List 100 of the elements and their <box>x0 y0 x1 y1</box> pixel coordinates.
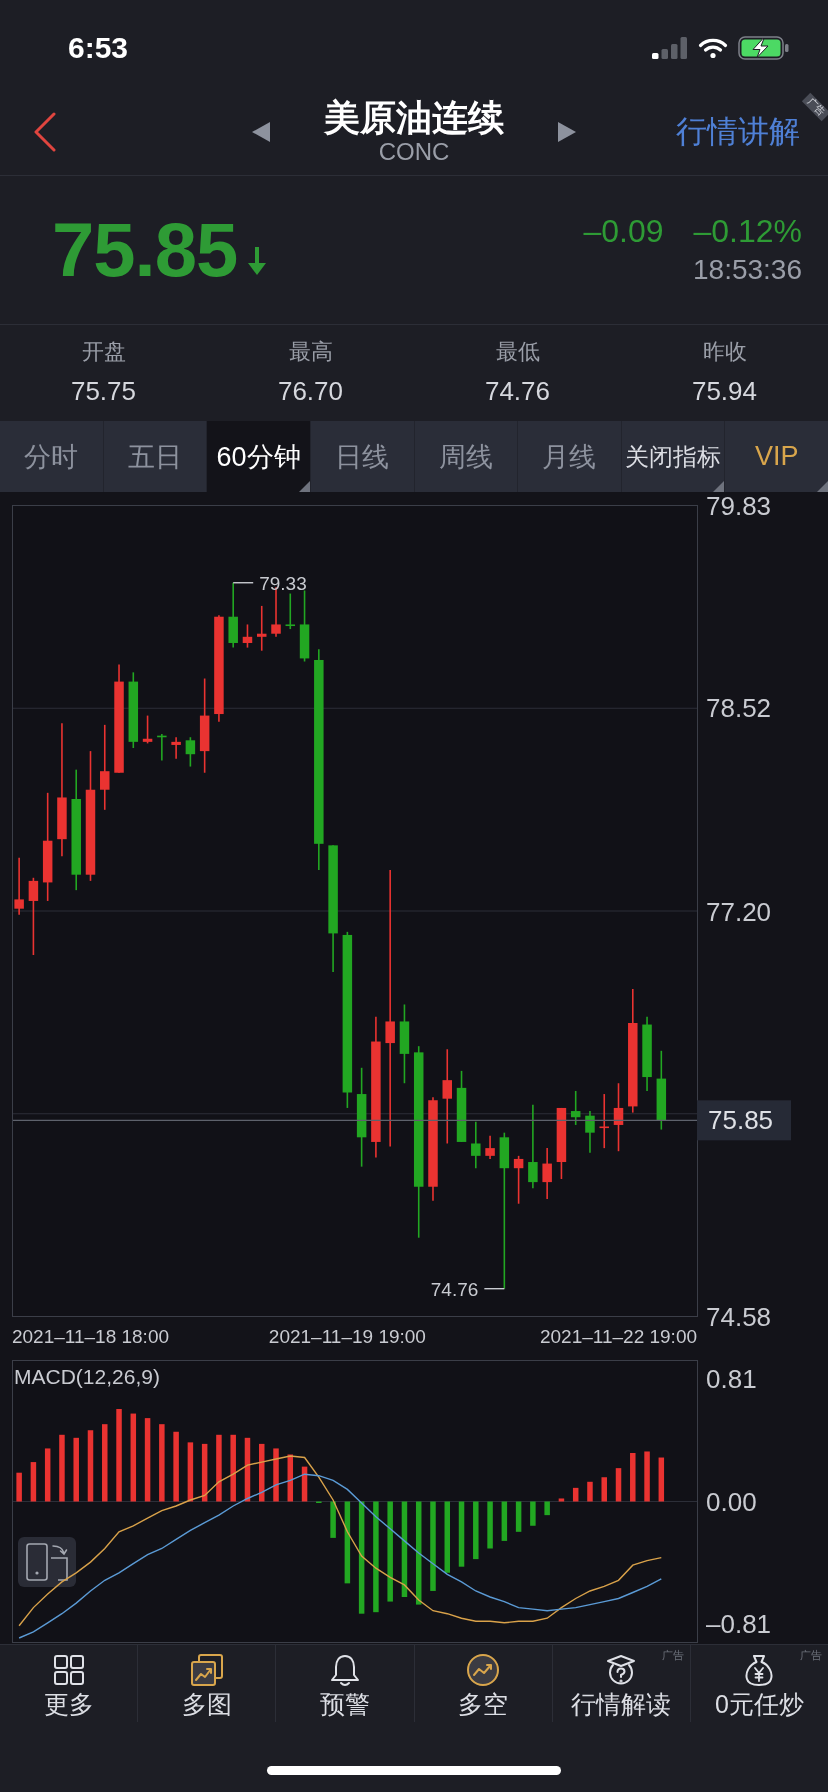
period-tab[interactable]: 60分钟 <box>207 421 311 492</box>
stat-value: 75.94 <box>691 376 758 406</box>
instrument-code: CONC <box>378 137 450 166</box>
indicator-tab[interactable]: 关闭指标 <box>621 421 726 492</box>
stacked-charts-icon <box>189 1653 224 1687</box>
candlestick <box>542 1147 552 1200</box>
histogram-bar <box>301 1466 308 1502</box>
grid-icon <box>51 1653 86 1687</box>
indicator-axis-label: 0.00 <box>706 1486 757 1517</box>
period-tab[interactable]: 周线 <box>414 421 519 492</box>
histogram-bar <box>501 1501 508 1541</box>
time-axis-label: 2021–11–19 19:00 <box>268 1326 426 1347</box>
histogram-bar <box>515 1501 522 1532</box>
price-axis-label: 78.52 <box>706 693 772 723</box>
candlestick <box>242 623 253 649</box>
histogram-bar <box>473 1501 479 1560</box>
period-tab[interactable]: 日线 <box>310 421 415 492</box>
histogram-bar <box>187 1442 194 1502</box>
histogram-bar <box>330 1501 336 1538</box>
histogram-bar <box>73 1437 79 1502</box>
candlestick <box>585 1110 595 1154</box>
period-tab[interactable]: 分时 <box>0 421 104 492</box>
histogram-bar <box>87 1430 94 1502</box>
battery-charging-icon <box>738 36 790 60</box>
price-marker-label: 74.76 <box>430 1278 479 1300</box>
stat-label: 最高 <box>288 338 333 366</box>
instrument-title: 美原油连续 <box>324 97 504 138</box>
histogram-bar <box>630 1453 636 1502</box>
histogram-bar <box>259 1443 265 1502</box>
trend-circle-icon <box>466 1653 501 1687</box>
stat-label: 昨收 <box>702 338 747 366</box>
price-change: –0.09 <box>583 212 664 250</box>
price-axis-label: 79.83 <box>706 490 772 521</box>
signal-icon <box>652 37 688 59</box>
stat-value: 74.76 <box>484 376 551 406</box>
histogram-bar <box>230 1434 236 1502</box>
histogram-bar <box>544 1501 550 1516</box>
price-axis-label: 74.58 <box>706 1301 772 1332</box>
alert-button[interactable]: 预警 <box>276 1645 414 1722</box>
candlestick <box>513 1155 524 1205</box>
histogram-bar <box>572 1487 579 1502</box>
rotate-screen-icon[interactable] <box>18 1537 76 1587</box>
candlestick <box>185 736 196 768</box>
multi-chart-button[interactable]: 多图 <box>138 1645 276 1722</box>
last-price: 75.85 <box>52 210 238 290</box>
histogram-bar <box>173 1431 179 1502</box>
long-short-button[interactable]: 多空 <box>414 1645 552 1722</box>
ref-line-label: 75.85 <box>708 1105 774 1136</box>
period-tab[interactable]: 月线 <box>518 421 622 492</box>
more-button[interactable]: 更多 <box>0 1645 138 1722</box>
histogram-bar <box>30 1462 37 1502</box>
quote-time: 18:53:36 <box>693 253 802 287</box>
indicator-axis-label: –0.81 <box>706 1609 772 1640</box>
histogram-bar <box>16 1472 22 1502</box>
triangle-right-icon[interactable] <box>558 121 576 142</box>
current-price-label: 75.85 <box>697 1100 791 1141</box>
stat-value: 75.75 <box>70 376 137 406</box>
histogram-bar <box>44 1448 51 1502</box>
vip-tab[interactable]: VIP <box>725 421 828 492</box>
time-axis-label: 2021–11–18 18:00 <box>11 1326 170 1347</box>
histogram-bar <box>59 1434 65 1502</box>
stat-label: 最低 <box>495 338 540 366</box>
candlestick <box>171 736 181 760</box>
time-axis-label: 2021–11–22 19:00 <box>539 1326 698 1347</box>
histogram-bar <box>287 1454 294 1502</box>
period-tab[interactable]: 五日 <box>103 421 208 492</box>
candlestick <box>257 605 267 652</box>
histogram-bar <box>587 1481 593 1502</box>
histogram-bar <box>216 1434 222 1502</box>
price-marker-label: 79.33 <box>259 572 307 594</box>
candlestick <box>570 1090 581 1126</box>
histogram-bar <box>244 1437 251 1502</box>
indicator-axis-label: 0.81 <box>706 1363 757 1394</box>
analysis-link[interactable]: 行情讲解 <box>676 112 800 151</box>
stat-value: 76.70 <box>277 376 344 406</box>
triangle-left-icon[interactable] <box>252 121 270 142</box>
candlestick <box>599 1093 609 1149</box>
candlestick <box>485 1134 495 1160</box>
leader-line <box>232 582 254 584</box>
clock-time: 6:53 <box>68 31 129 65</box>
candlestick <box>142 714 153 745</box>
histogram-bar <box>444 1501 450 1573</box>
wifi-icon <box>698 37 728 59</box>
candlestick <box>157 733 167 762</box>
chevron-left-icon[interactable] <box>33 111 57 152</box>
ad-tag: 广告 <box>661 1649 684 1661</box>
histogram-bar <box>273 1448 279 1502</box>
histogram-bar <box>658 1457 665 1502</box>
histogram-bar <box>615 1468 622 1502</box>
histogram-bar <box>644 1451 650 1502</box>
candlestick <box>613 1082 624 1152</box>
candlestick <box>228 581 238 649</box>
histogram-bar <box>458 1501 465 1567</box>
stat-label: 开盘 <box>81 338 126 366</box>
percent-change: –0.12% <box>693 212 802 250</box>
leader-line <box>483 1288 506 1290</box>
histogram-bar <box>201 1443 208 1502</box>
candlestick <box>471 1121 481 1169</box>
price-axis-label: 77.20 <box>706 896 772 927</box>
candlestick <box>14 856 24 916</box>
